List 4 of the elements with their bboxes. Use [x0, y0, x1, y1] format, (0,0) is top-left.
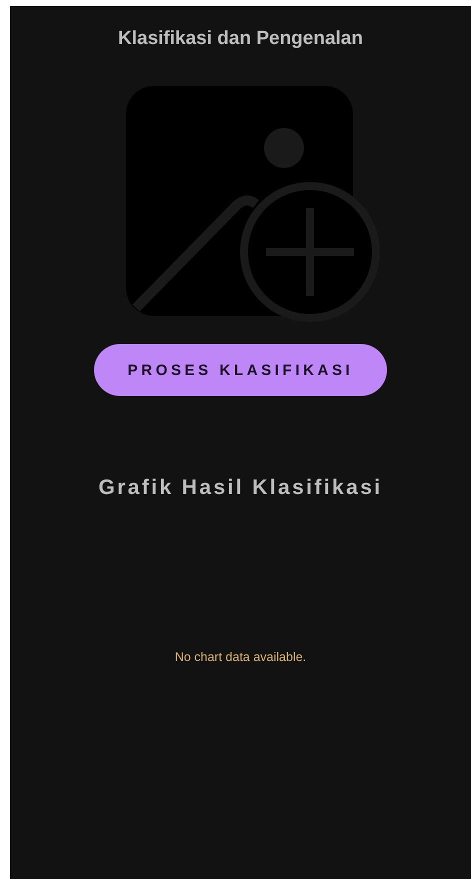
chart-title: Grafik Hasil Klasifikasi	[98, 476, 383, 500]
process-button[interactable]: PROSES KLASIFIKASI	[94, 344, 387, 396]
empty-chart-message: No chart data available.	[174, 650, 306, 664]
app-title: Klasifikasi dan Pengenalan	[118, 28, 363, 50]
